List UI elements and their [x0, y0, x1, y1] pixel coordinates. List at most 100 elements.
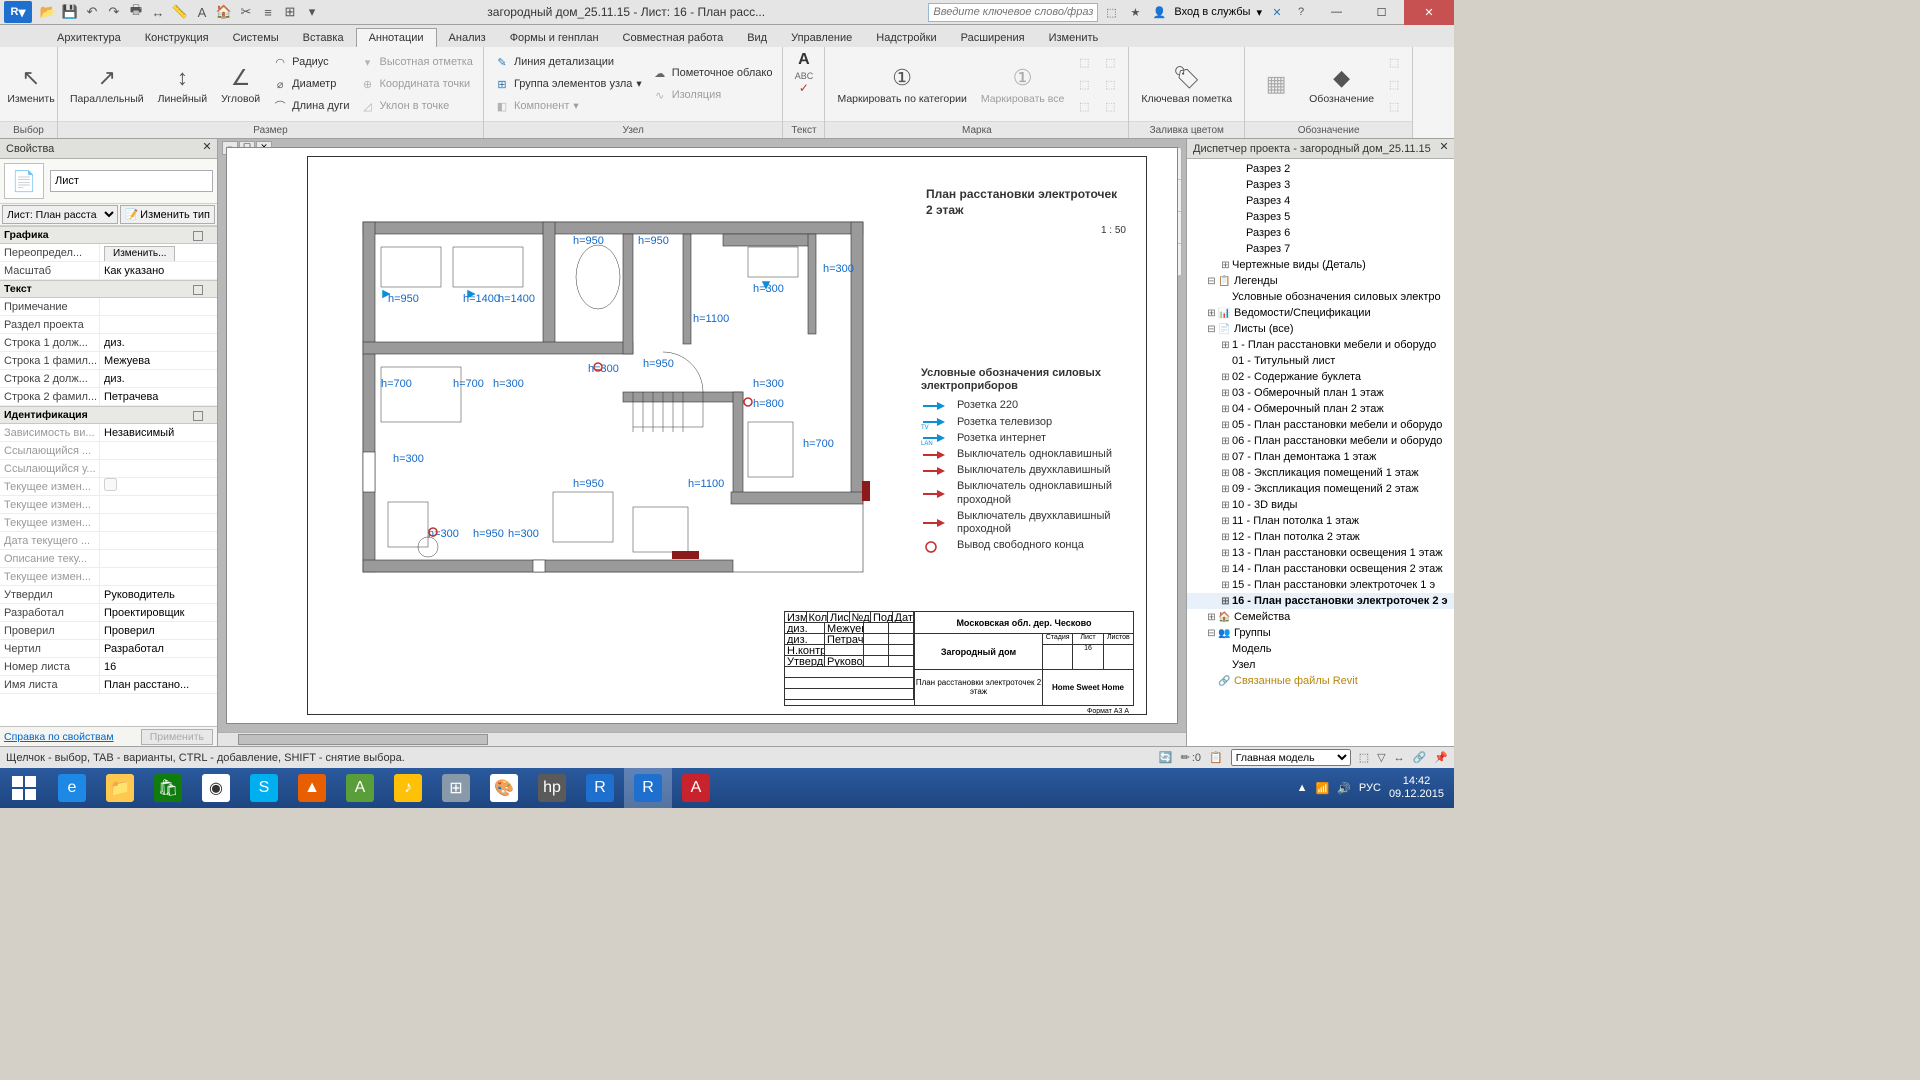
signin-label[interactable]: Вход в службы [1174, 6, 1250, 18]
symbol-button[interactable]: ◆Обозначение [1303, 60, 1380, 108]
detail-group-button[interactable]: ⊞Группа элементов узла ▾ [490, 73, 646, 95]
task-chrome[interactable]: ◉ [192, 768, 240, 808]
tab-modify[interactable]: Изменить [1037, 29, 1111, 47]
tab-massing[interactable]: Формы и генплан [498, 29, 611, 47]
tab-annotate[interactable]: Аннотации [356, 28, 437, 47]
favorites-icon[interactable]: ★ [1126, 3, 1144, 21]
arc-length-button[interactable]: ⌒Длина дуги [268, 95, 353, 117]
task-store[interactable]: 🛍 [144, 768, 192, 808]
tray-clock[interactable]: 14:4209.12.2015 [1389, 775, 1444, 801]
task-revit1[interactable]: R [576, 768, 624, 808]
tab-analyze[interactable]: Анализ [437, 29, 498, 47]
signin-icon[interactable]: 👤 [1150, 3, 1168, 21]
help-icon[interactable]: ? [1292, 3, 1310, 21]
cloud-button[interactable]: ☁Пометочное облако [648, 62, 777, 84]
sheet-view[interactable]: h=950h=1400h=1400 h=950h=950h=1100 h=300… [307, 156, 1147, 715]
tree-item[interactable]: Разрез 4 [1187, 193, 1454, 209]
modify-button[interactable]: ↖Изменить [6, 60, 56, 108]
dim-icon[interactable]: 📏 [170, 2, 190, 22]
tree-item[interactable]: ⊞02 - Содержание буклета [1187, 369, 1454, 385]
tree-item[interactable]: Модель [1187, 641, 1454, 657]
sb-filter-icon[interactable]: ▽ [1377, 751, 1385, 764]
sb-drag-icon[interactable]: ↔ [1394, 752, 1405, 764]
thin-lines-icon[interactable]: ≡ [258, 2, 278, 22]
text-button[interactable]: A [789, 49, 818, 71]
apply-button[interactable]: Применить [141, 729, 213, 745]
group-graphics[interactable]: Графика [0, 226, 217, 244]
sb-sync-icon[interactable]: 🔄 [1159, 751, 1173, 764]
close-inactive-icon[interactable]: ⊞ [280, 2, 300, 22]
radius-button[interactable]: ◠Радиус [268, 51, 353, 73]
close-icon[interactable]: ✕ [1436, 140, 1452, 156]
tree-item[interactable]: ⊞📊Ведомости/Спецификации [1187, 305, 1454, 321]
task-acrobat[interactable]: A [672, 768, 720, 808]
tab-addins[interactable]: Надстройки [864, 29, 948, 47]
edit-type-button[interactable]: 📝 Изменить тип [120, 205, 215, 224]
browser-header[interactable]: Диспетчер проекта - загородный дом_25.11… [1187, 139, 1454, 159]
infocenter-icon[interactable]: ⬚ [1102, 3, 1120, 21]
open-icon[interactable]: 📂 [38, 2, 58, 22]
tree-item[interactable]: ⊟📋Легенды [1187, 273, 1454, 289]
property-grid[interactable]: Графика Переопредел...Изменить... Масшта… [0, 226, 217, 726]
save-icon[interactable]: 💾 [60, 2, 80, 22]
redo-icon[interactable]: ↷ [104, 2, 124, 22]
tray-net-icon[interactable]: 📶 [1316, 782, 1330, 795]
tree-item[interactable]: Разрез 7 [1187, 241, 1454, 257]
tree-item[interactable]: ⊞06 - План расстановки мебели и оборудо [1187, 433, 1454, 449]
detail-line-button[interactable]: ✎Линия детализации [490, 51, 646, 73]
tree-item[interactable]: ⊞12 - План потолка 2 этаж [1187, 529, 1454, 545]
text-icon[interactable]: A [192, 2, 212, 22]
prop-help-link[interactable]: Справка по свойствам [4, 731, 114, 743]
maximize-button[interactable]: ☐ [1359, 0, 1404, 25]
tree-item[interactable]: ⊞Чертежные виды (Деталь) [1187, 257, 1454, 273]
tab-view[interactable]: Вид [735, 29, 779, 47]
task-revit-active[interactable]: R [624, 768, 672, 808]
task-paint[interactable]: 🎨 [480, 768, 528, 808]
sb-link-icon[interactable]: 🔗 [1413, 751, 1427, 764]
tree-item[interactable]: ⊞13 - План расстановки освещения 1 этаж [1187, 545, 1454, 561]
type-selector[interactable]: Лист [50, 170, 213, 192]
app-menu-button[interactable]: R▾ [4, 1, 32, 23]
tree-item[interactable]: ⊞05 - План расстановки мебели и оборудо [1187, 417, 1454, 433]
tree-item[interactable]: Разрез 6 [1187, 225, 1454, 241]
tree-item[interactable]: Условные обозначения силовых электро [1187, 289, 1454, 305]
tab-structure[interactable]: Конструкция [133, 29, 221, 47]
print-icon[interactable]: 🖶 [126, 2, 146, 22]
tree-item[interactable]: ⊞08 - Экспликация помещений 1 этаж [1187, 465, 1454, 481]
tree-item[interactable]: ⊞04 - Обмерочный план 2 этаж [1187, 401, 1454, 417]
tree-item[interactable]: Узел [1187, 657, 1454, 673]
tray-lang[interactable]: РУС [1359, 782, 1381, 794]
minimize-button[interactable]: — [1314, 0, 1359, 25]
tree-item[interactable]: Разрез 5 [1187, 209, 1454, 225]
tree-item[interactable]: ⊞16 - План расстановки электроточек 2 э [1187, 593, 1454, 609]
task-autocad[interactable]: A [336, 768, 384, 808]
tree-item[interactable]: ⊞🏠Семейства [1187, 609, 1454, 625]
close-icon[interactable]: ✕ [199, 140, 215, 156]
task-explorer[interactable]: 📁 [96, 768, 144, 808]
h-scrollbar[interactable] [218, 732, 1186, 746]
tree-item[interactable]: 01 - Титульный лист [1187, 353, 1454, 369]
tree-item[interactable]: ⊞11 - План потолка 1 этаж [1187, 513, 1454, 529]
section-icon[interactable]: ✂ [236, 2, 256, 22]
tree-item[interactable]: ⊞07 - План демонтажа 1 этаж [1187, 449, 1454, 465]
exchange-icon[interactable]: ✕ [1268, 3, 1286, 21]
tab-systems[interactable]: Системы [221, 29, 291, 47]
override-button[interactable]: Изменить... [104, 246, 175, 262]
tree-item[interactable]: ⊟📄Листы (все) [1187, 321, 1454, 337]
tree-item[interactable]: Разрез 3 [1187, 177, 1454, 193]
switch-win-icon[interactable]: ▾ [302, 2, 322, 22]
instance-filter[interactable]: Лист: План расста [2, 205, 118, 224]
tab-insert[interactable]: Вставка [291, 29, 356, 47]
task-skype[interactable]: S [240, 768, 288, 808]
close-button[interactable]: ✕ [1404, 0, 1454, 25]
workset-selector[interactable]: Главная модель [1231, 749, 1351, 766]
properties-header[interactable]: Свойства✕ [0, 139, 217, 159]
sb-pin-icon[interactable]: 📌 [1434, 751, 1448, 764]
angular-dim-button[interactable]: ∠Угловой [215, 60, 266, 108]
task-ie[interactable]: e [48, 768, 96, 808]
tree-item[interactable]: ⊟👥Группы [1187, 625, 1454, 641]
help-search-input[interactable] [928, 3, 1098, 22]
diameter-button[interactable]: ⌀Диаметр [268, 73, 353, 95]
tab-architecture[interactable]: Архитектура [45, 29, 133, 47]
task-vlc[interactable]: ▲ [288, 768, 336, 808]
